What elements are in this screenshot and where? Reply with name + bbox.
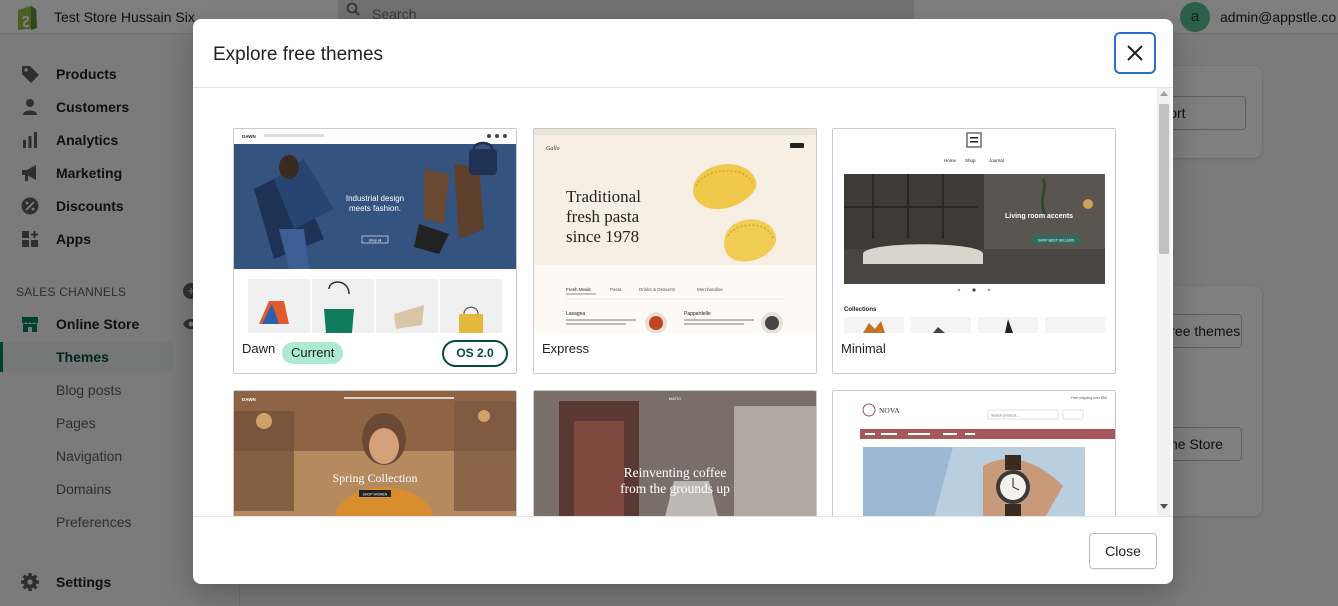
- svg-text:Living room accents: Living room accents: [1005, 213, 1073, 220]
- close-modal-button[interactable]: [1114, 32, 1156, 74]
- svg-text:Gallo: Gallo: [546, 146, 560, 152]
- modal-footer: Close: [193, 516, 1173, 584]
- theme-card-6[interactable]: Free shipping over $50 NOVA Search produ…: [832, 390, 1116, 516]
- svg-text:Home: Home: [944, 158, 957, 163]
- svg-text:from the grounds up: from the grounds up: [620, 481, 730, 496]
- svg-text:since 1978: since 1978: [566, 227, 639, 246]
- theme-preview-image: Gallo Traditional fresh pasta since 1978…: [534, 129, 816, 333]
- theme-preview-image: Free shipping over $50 NOVA Search produ…: [833, 391, 1115, 516]
- svg-text:meets fashion.: meets fashion.: [349, 204, 401, 213]
- os-2-badge: OS 2.0: [442, 340, 508, 367]
- scroll-down-arrow-icon[interactable]: [1160, 504, 1168, 509]
- svg-text:MATIO: MATIO: [669, 396, 681, 401]
- theme-card-minimal[interactable]: Home Shop Journal Living room accents SH…: [832, 128, 1116, 374]
- svg-text:Fresh Meals: Fresh Meals: [566, 287, 592, 292]
- svg-text:Spring Collection: Spring Collection: [333, 471, 418, 485]
- svg-text:DAWN: DAWN: [242, 134, 256, 139]
- svg-text:Pappardelle: Pappardelle: [684, 311, 711, 317]
- theme-preview-image: DAWN Spring Collection SHOP WOMEN: [234, 391, 516, 516]
- explore-themes-modal: Explore free themes DAWN Industrial desi…: [193, 19, 1173, 584]
- theme-card-5[interactable]: MATIO Reinventing coffee from the ground…: [533, 390, 817, 516]
- svg-text:Shop: Shop: [965, 158, 976, 163]
- theme-preview-image: DAWN Industrial design meets fashion. Sh…: [234, 129, 516, 333]
- svg-text:Merchandise: Merchandise: [697, 287, 723, 292]
- svg-text:Pasta: Pasta: [610, 287, 622, 292]
- close-icon: [1127, 45, 1143, 61]
- svg-text:Collections: Collections: [844, 307, 877, 313]
- svg-text:DAWN: DAWN: [242, 397, 256, 402]
- modal-header: Explore free themes: [193, 19, 1173, 88]
- close-button[interactable]: Close: [1089, 533, 1157, 569]
- scroll-up-arrow-icon[interactable]: [1160, 91, 1168, 96]
- modal-scrollbar[interactable]: [1157, 88, 1171, 516]
- svg-text:fresh pasta: fresh pasta: [566, 207, 640, 226]
- svg-text:Shop all: Shop all: [369, 239, 382, 243]
- svg-text:Search products...: Search products...: [991, 414, 1019, 418]
- current-badge: Current: [282, 342, 344, 364]
- theme-name: Express: [542, 341, 589, 356]
- modal-title: Explore free themes: [213, 44, 384, 65]
- svg-text:Lasagna: Lasagna: [566, 311, 585, 317]
- svg-text:SHOP BEST SELLERS: SHOP BEST SELLERS: [1038, 239, 1075, 243]
- svg-text:Free shipping over $50: Free shipping over $50: [1071, 396, 1107, 400]
- theme-card-express[interactable]: Gallo Traditional fresh pasta since 1978…: [533, 128, 817, 374]
- svg-text:Traditional: Traditional: [566, 187, 641, 206]
- theme-preview-image: Home Shop Journal Living room accents SH…: [833, 129, 1115, 333]
- theme-name: Minimal: [841, 341, 886, 356]
- theme-card-dawn[interactable]: DAWN Industrial design meets fashion. Sh…: [233, 128, 517, 374]
- modal-body[interactable]: DAWN Industrial design meets fashion. Sh…: [193, 88, 1173, 516]
- svg-text:Drinks & Desserts: Drinks & Desserts: [639, 287, 676, 292]
- theme-card-4[interactable]: DAWN Spring Collection SHOP WOMEN: [233, 390, 517, 516]
- svg-text:SHOP WOMEN: SHOP WOMEN: [363, 493, 388, 497]
- svg-text:Industrial design: Industrial design: [346, 194, 404, 203]
- svg-text:Journal: Journal: [989, 158, 1004, 163]
- theme-name: Dawn: [242, 341, 276, 356]
- svg-text:Reinventing coffee: Reinventing coffee: [624, 465, 727, 480]
- scrollbar-thumb[interactable]: [1159, 104, 1169, 254]
- theme-preview-image: MATIO Reinventing coffee from the ground…: [534, 391, 816, 516]
- svg-text:NOVA: NOVA: [879, 406, 900, 415]
